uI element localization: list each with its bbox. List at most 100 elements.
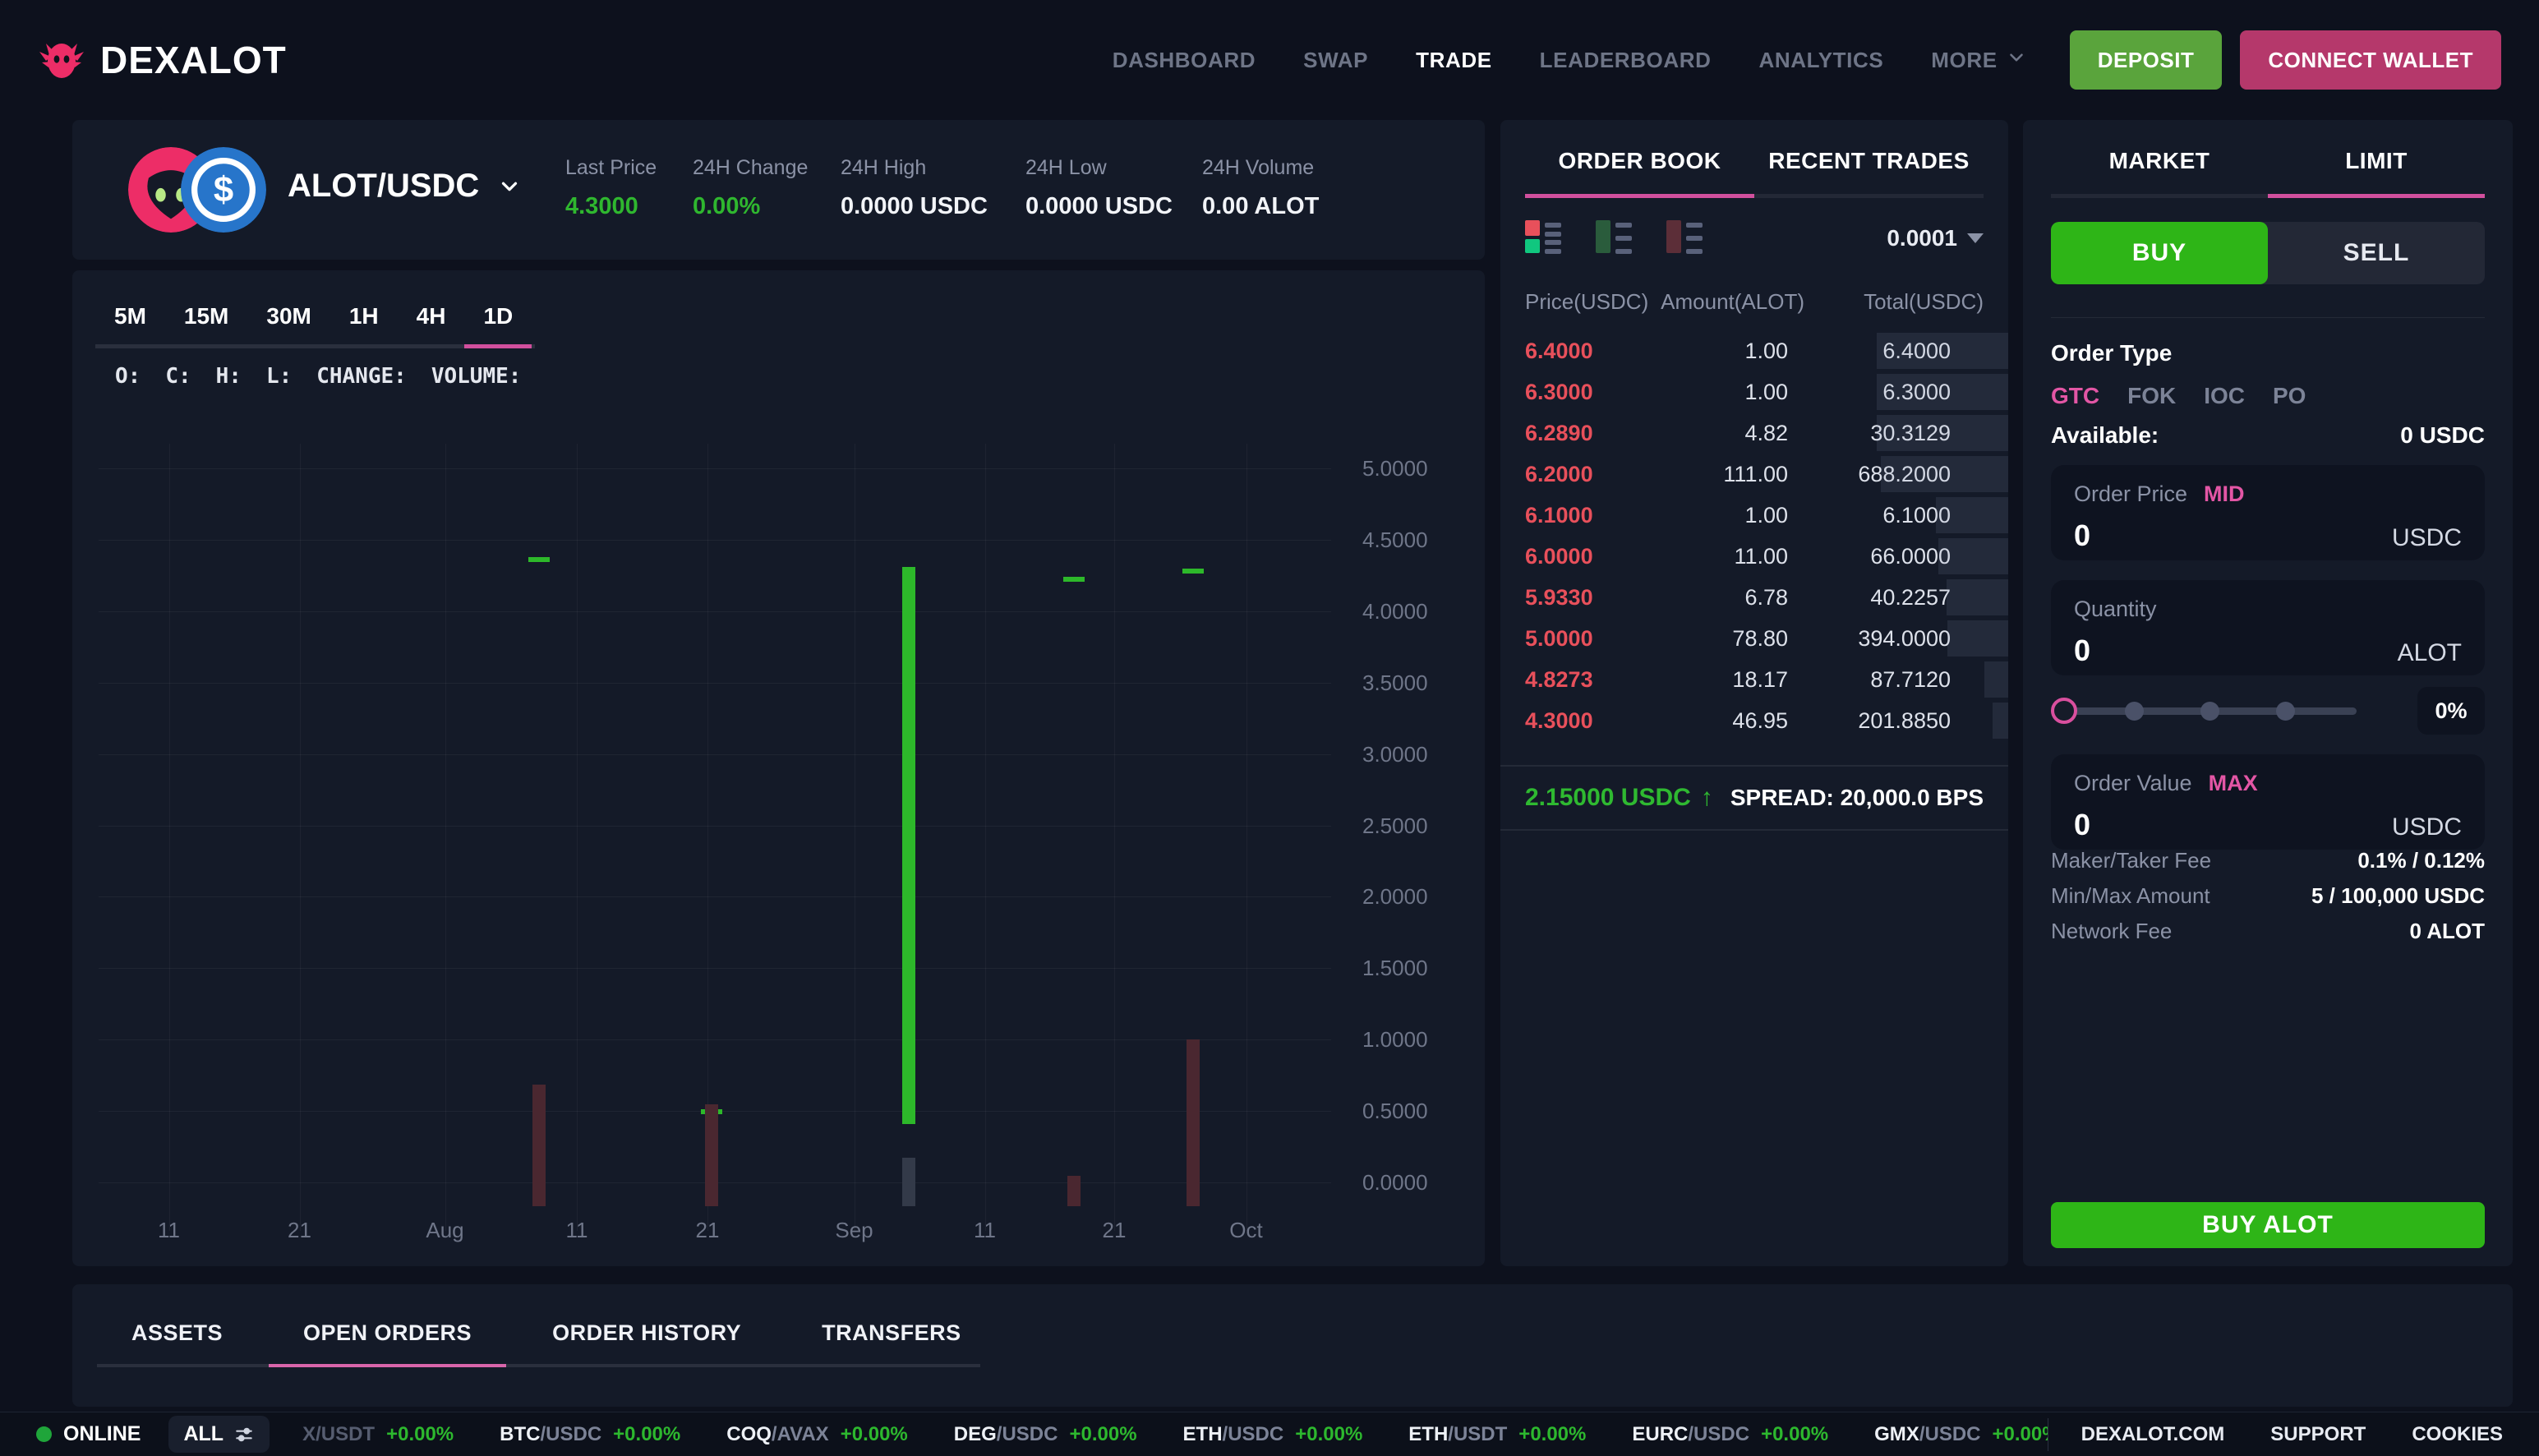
y-axis-label: 2.5000 — [1362, 813, 1469, 839]
ask-row[interactable]: 5.93306.7840.2257 — [1500, 577, 2008, 618]
ticker-item-eurc-usdc[interactable]: EURC/USDC+0.00% — [1632, 1423, 1828, 1446]
pair-stat-last-price: Last Price4.3000 — [565, 156, 693, 220]
candle[interactable] — [1063, 577, 1085, 582]
ask-row[interactable]: 6.000011.0066.0000 — [1500, 536, 2008, 577]
sell-tab[interactable]: SELL — [2268, 222, 2485, 284]
buy-tab[interactable]: BUY — [2051, 222, 2268, 284]
footer-ticker-bar: ONLINE ALL X/USDT+0.00%BTC/USDC+0.00%COQ… — [0, 1412, 2539, 1456]
candlestick-chart[interactable]: 1121Aug1121Sep1121Oct5.00004.50004.00003… — [99, 468, 1331, 1206]
ohlc-legend-item: C: — [165, 364, 191, 389]
ticker-base: COQ — [726, 1423, 772, 1445]
ask-row[interactable]: 5.000078.80394.0000 — [1500, 618, 2008, 659]
footer-link-dexalot-com[interactable]: DEXALOT.COM — [2081, 1423, 2225, 1446]
x-axis-label: 21 — [1077, 1218, 1151, 1243]
timeframe-tab-15m[interactable]: 15M — [165, 292, 247, 348]
ask-row[interactable]: 6.28904.8230.3129 — [1500, 412, 2008, 454]
timeframe-tab-5m[interactable]: 5M — [95, 292, 165, 348]
order-value-field[interactable]: Order Value MAX 0 USDC — [2051, 754, 2485, 850]
grid-hline — [99, 468, 1331, 469]
ticker-filter-button[interactable]: ALL — [168, 1416, 270, 1453]
layout-both-sides-icon[interactable] — [1525, 220, 1561, 256]
ticker-pair: X/USDT — [302, 1423, 375, 1446]
ask-row[interactable]: 6.40001.006.4000 — [1500, 330, 2008, 371]
grid-hline — [99, 826, 1331, 827]
nav-swap[interactable]: SWAP — [1303, 48, 1368, 73]
layout-asks-only-icon[interactable] — [1666, 220, 1703, 256]
fee-label: Maker/Taker Fee — [2051, 848, 2211, 873]
ask-row[interactable]: 6.10001.006.1000 — [1500, 495, 2008, 536]
ask-row[interactable]: 6.30001.006.3000 — [1500, 371, 2008, 412]
candle[interactable] — [528, 557, 550, 562]
footer-link-support[interactable]: SUPPORT — [2270, 1423, 2366, 1446]
orders-tab-order-history[interactable]: ORDER HISTORY — [518, 1307, 776, 1367]
pair-selector[interactable]: ALOT/USDC — [288, 168, 522, 205]
slider-knob[interactable] — [2051, 698, 2077, 724]
quantity-field[interactable]: Quantity 0 ALOT — [2051, 580, 2485, 675]
order-price-input[interactable]: 0 — [2074, 518, 2090, 553]
chevron-down-icon — [2006, 47, 2027, 74]
nav-trade[interactable]: TRADE — [1416, 48, 1492, 73]
order-price-field[interactable]: Order Price MID 0 USDC — [2051, 465, 2485, 560]
ask-row[interactable]: 4.827318.1787.7120 — [1500, 659, 2008, 700]
depth-bar — [1947, 620, 2008, 657]
x-axis-label: 11 — [540, 1218, 614, 1243]
ticker-change: +0.00% — [1069, 1423, 1136, 1446]
nav-analytics[interactable]: ANALYTICS — [1759, 48, 1884, 73]
depth-bar — [1984, 661, 2008, 698]
y-axis-label: 3.5000 — [1362, 670, 1469, 696]
ask-price: 5.0000 — [1525, 626, 1648, 652]
quantity-input[interactable]: 0 — [2074, 634, 2090, 668]
timeframe-tab-1d[interactable]: 1D — [464, 292, 532, 348]
ticker-change: +0.00% — [1295, 1423, 1362, 1446]
ticker-item-deg-usdc[interactable]: DEG/USDC+0.00% — [954, 1423, 1137, 1446]
grid-vline — [445, 444, 446, 1231]
buy-alot-button[interactable]: BUY ALOT — [2051, 1202, 2485, 1248]
candle[interactable] — [1182, 569, 1204, 574]
connect-wallet-button[interactable]: CONNECT WALLET — [2240, 30, 2501, 90]
ticker-item-btc-usdc[interactable]: BTC/USDC+0.00% — [500, 1423, 680, 1446]
orders-tab-assets[interactable]: ASSETS — [97, 1307, 257, 1367]
mid-button[interactable]: MID — [2204, 481, 2245, 507]
slider-dot-50[interactable] — [2200, 702, 2219, 721]
orders-tab-transfers[interactable]: TRANSFERS — [787, 1307, 996, 1367]
order-type-ioc[interactable]: IOC — [2204, 383, 2245, 409]
order-mode-tab-limit[interactable]: LIMIT — [2268, 120, 2485, 198]
order-type-po[interactable]: PO — [2273, 383, 2306, 409]
ask-amount: 1.00 — [1648, 503, 1788, 528]
nav-more[interactable]: MORE — [1931, 47, 2026, 74]
ticker-item-gmx-usdc[interactable]: GMX/USDC+0.00% — [1874, 1423, 2047, 1446]
slider-dot-75[interactable] — [2276, 702, 2295, 721]
deposit-button[interactable]: DEPOSIT — [2070, 30, 2223, 90]
order-value-input[interactable]: 0 — [2074, 808, 2090, 842]
nav-dashboard[interactable]: DASHBOARD — [1113, 48, 1256, 73]
nav-leaderboard[interactable]: LEADERBOARD — [1540, 48, 1712, 73]
ask-total: 40.2257 — [1788, 585, 1951, 611]
ticker-item-coq-avax[interactable]: COQ/AVAX+0.00% — [726, 1423, 908, 1446]
ticker-quote: /USDC — [1223, 1423, 1284, 1445]
ask-row[interactable]: 4.300046.95201.8850 — [1500, 700, 2008, 741]
footer-link-cookies[interactable]: COOKIES — [2412, 1423, 2503, 1446]
max-button[interactable]: MAX — [2209, 771, 2258, 796]
orderbook-tab-recent-trades[interactable]: RECENT TRADES — [1754, 120, 1984, 198]
ask-row[interactable]: 6.2000111.00688.2000 — [1500, 454, 2008, 495]
ticker-item-x-usdt[interactable]: X/USDT+0.00% — [302, 1423, 454, 1446]
quantity-slider[interactable] — [2051, 698, 2357, 723]
candle[interactable] — [902, 567, 915, 1124]
caret-down-icon — [1967, 233, 1984, 243]
ticker-item-eth-usdc[interactable]: ETH/USDC+0.00% — [1183, 1423, 1363, 1446]
order-type-fok[interactable]: FOK — [2127, 383, 2176, 409]
order-mode-tab-market[interactable]: MARKET — [2051, 120, 2268, 198]
orderbook-tab-order-book[interactable]: ORDER BOOK — [1525, 120, 1754, 198]
ticker-change: +0.00% — [1518, 1423, 1586, 1446]
layout-bids-only-icon[interactable] — [1596, 220, 1632, 256]
pair-coin-icons: $ — [128, 147, 266, 233]
order-type-gtc[interactable]: GTC — [2051, 383, 2099, 409]
timeframe-tab-1h[interactable]: 1H — [330, 292, 398, 348]
timeframe-tab-4h[interactable]: 4H — [398, 292, 465, 348]
brand[interactable]: DEXALOT — [38, 37, 287, 84]
precision-dropdown[interactable]: 0.0001 — [1887, 225, 1984, 251]
timeframe-tab-30m[interactable]: 30M — [247, 292, 329, 348]
slider-dot-25[interactable] — [2125, 702, 2144, 721]
ticker-item-eth-usdt[interactable]: ETH/USDT+0.00% — [1408, 1423, 1586, 1446]
orders-tab-open-orders[interactable]: OPEN ORDERS — [269, 1307, 506, 1367]
